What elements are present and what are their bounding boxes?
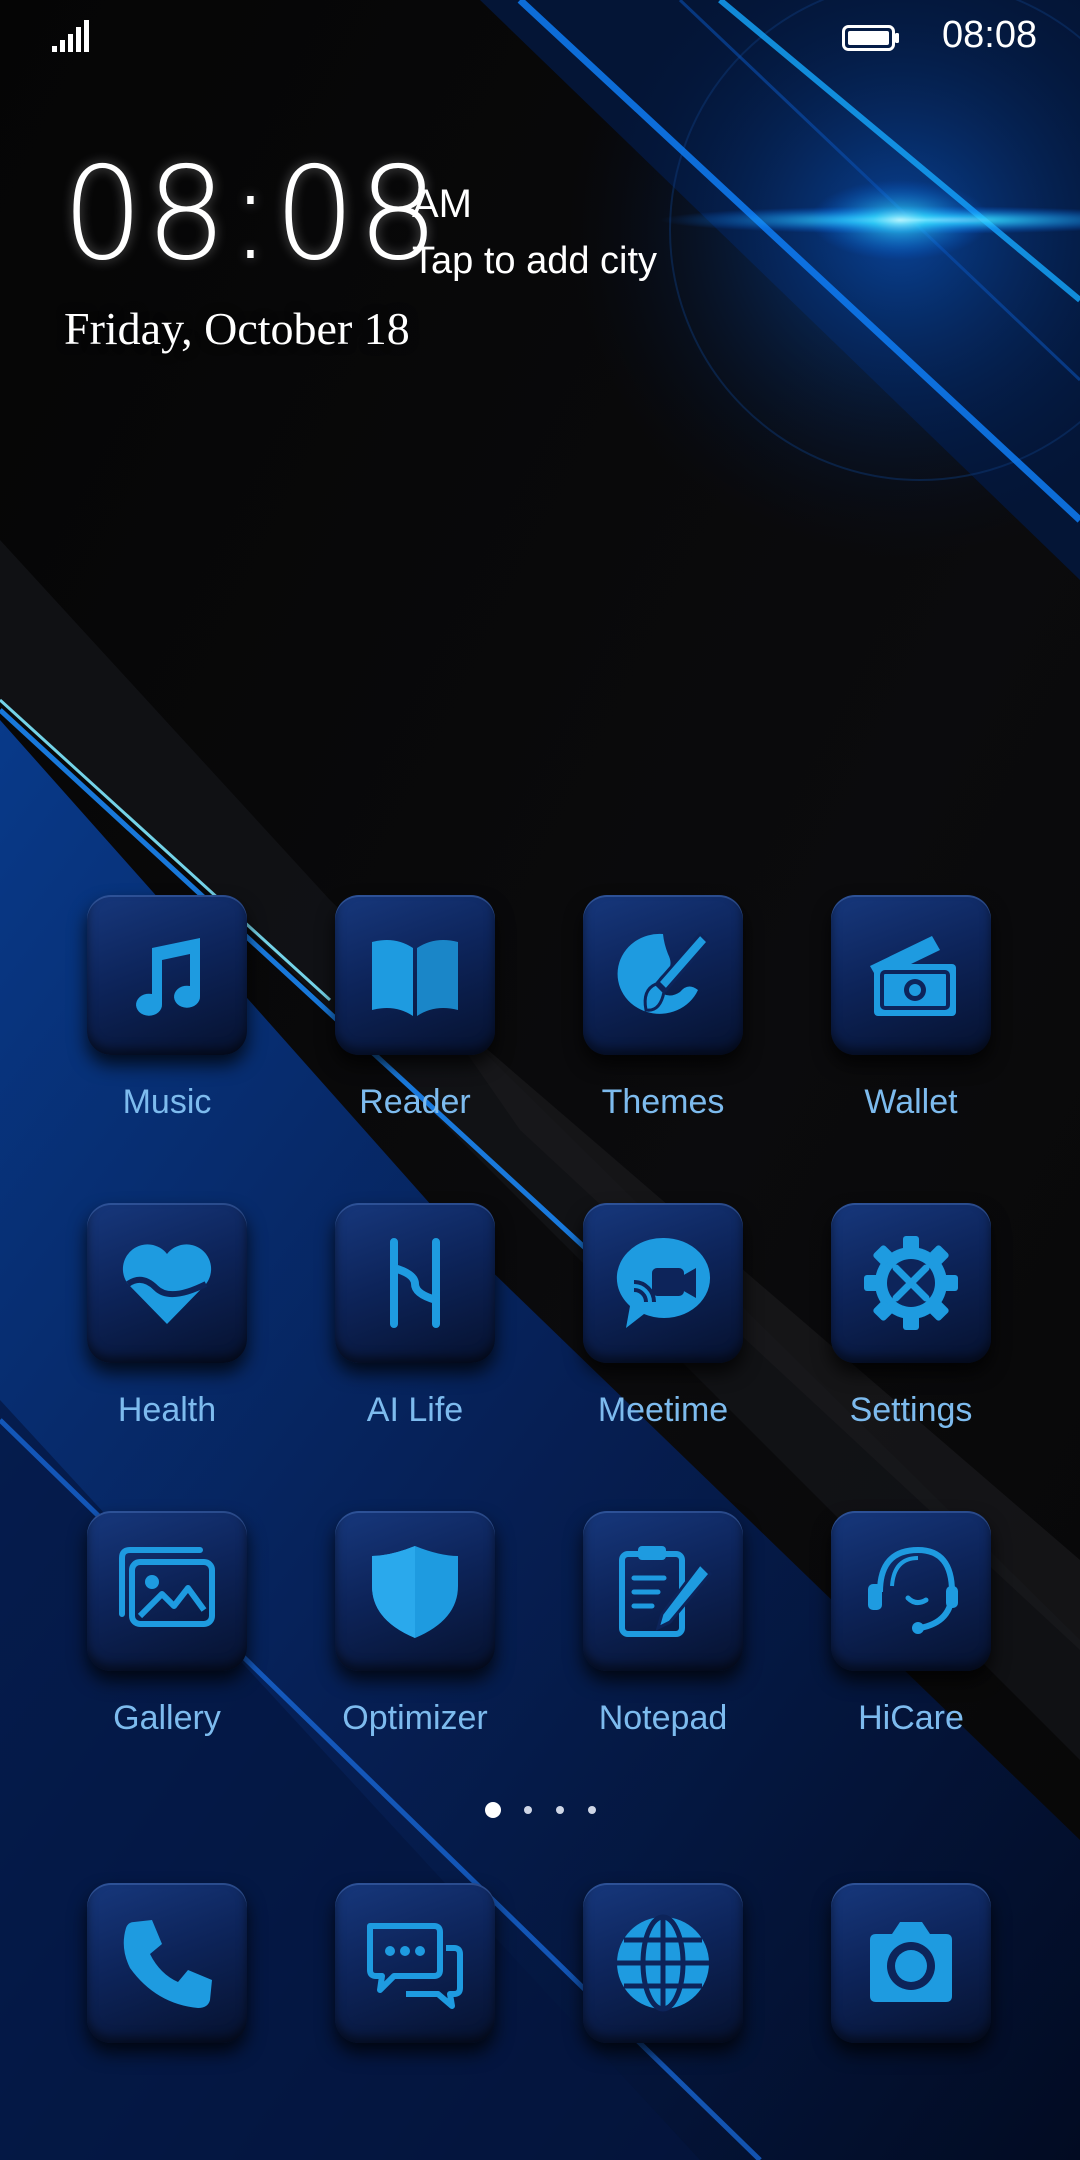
app-tile[interactable] (87, 1203, 247, 1363)
app-reader[interactable]: Reader (308, 895, 508, 1155)
app-hicare[interactable]: HiCare (804, 1511, 1004, 1771)
app-label: Gallery (113, 1699, 221, 1737)
book-icon (372, 940, 458, 1016)
shield-icon (372, 1546, 458, 1638)
video-chat-icon (616, 1237, 711, 1328)
app-tile[interactable] (583, 1203, 743, 1363)
add-city-link[interactable]: Tap to add city (412, 240, 657, 283)
heart-icon (122, 1244, 212, 1324)
app-label: Reader (359, 1083, 471, 1121)
phone-icon (123, 1920, 212, 2008)
gear-icon (864, 1236, 958, 1330)
app-label: AI Life (366, 1391, 464, 1429)
app-tile[interactable] (831, 1203, 991, 1363)
music-icon (136, 938, 201, 1016)
gallery-icon (119, 1547, 215, 1627)
app-music[interactable]: Music (60, 895, 260, 1155)
dock-camera[interactable] (804, 1883, 1004, 2143)
ai-life-icon (390, 1238, 440, 1328)
app-label: Notepad (598, 1699, 728, 1737)
app-themes[interactable]: Themes (556, 895, 756, 1155)
paintbrush-icon (617, 931, 711, 1014)
notepad-icon (619, 1546, 713, 1637)
camera-icon (870, 1922, 952, 2002)
app-wallet[interactable]: Wallet (804, 895, 1004, 1155)
app-health[interactable]: Health (60, 1203, 260, 1463)
clock-ampm: AM (412, 182, 472, 226)
app-tile[interactable] (87, 895, 247, 1055)
app-tile[interactable] (831, 895, 991, 1055)
app-tile[interactable] (831, 1883, 991, 2043)
app-label: Wallet (864, 1083, 958, 1121)
app-label: Meetime (597, 1391, 729, 1429)
app-notepad[interactable]: Notepad (556, 1511, 756, 1771)
dock-messages[interactable] (308, 1883, 508, 2143)
app-tile[interactable] (87, 1511, 247, 1671)
app-label: Themes (601, 1083, 725, 1121)
status-bar: 08:08 (0, 0, 1080, 80)
app-tile[interactable] (335, 895, 495, 1055)
app-tile[interactable] (335, 1883, 495, 2043)
app-tile[interactable] (583, 1511, 743, 1671)
wallet-icon (870, 936, 956, 1016)
app-label: Health (117, 1391, 217, 1429)
app-tile[interactable] (87, 1883, 247, 2043)
app-meetime[interactable]: Meetime (556, 1203, 756, 1463)
app-label: HiCare (858, 1699, 964, 1737)
app-label: Music (122, 1083, 212, 1121)
browser-globe-icon (617, 1914, 709, 2012)
signal-strength-icon (52, 20, 89, 52)
clock-date[interactable]: Friday, October 18 (64, 302, 410, 355)
clock-widget[interactable]: 08:08 AM Tap to add city Friday, October… (60, 150, 780, 380)
app-tile[interactable] (335, 1203, 495, 1363)
clock-time[interactable]: 08:08 (62, 150, 441, 280)
app-settings[interactable]: Settings (804, 1203, 1004, 1463)
dock-browser[interactable] (556, 1883, 756, 2143)
messages-icon (367, 1923, 463, 2009)
app-tile[interactable] (335, 1511, 495, 1671)
app-label: Optimizer (342, 1699, 488, 1737)
app-tile[interactable] (583, 895, 743, 1055)
app-optimizer[interactable]: Optimizer (308, 1511, 508, 1771)
app-tile[interactable] (583, 1883, 743, 2043)
app-ai-life[interactable]: AI Life (308, 1203, 508, 1463)
app-gallery[interactable]: Gallery (60, 1511, 260, 1771)
status-time: 08:08 (942, 14, 1038, 56)
dock-phone[interactable] (60, 1883, 260, 2143)
headset-icon (868, 1546, 958, 1634)
app-tile[interactable] (831, 1511, 991, 1671)
battery-icon (842, 25, 899, 51)
app-label: Settings (849, 1391, 973, 1429)
